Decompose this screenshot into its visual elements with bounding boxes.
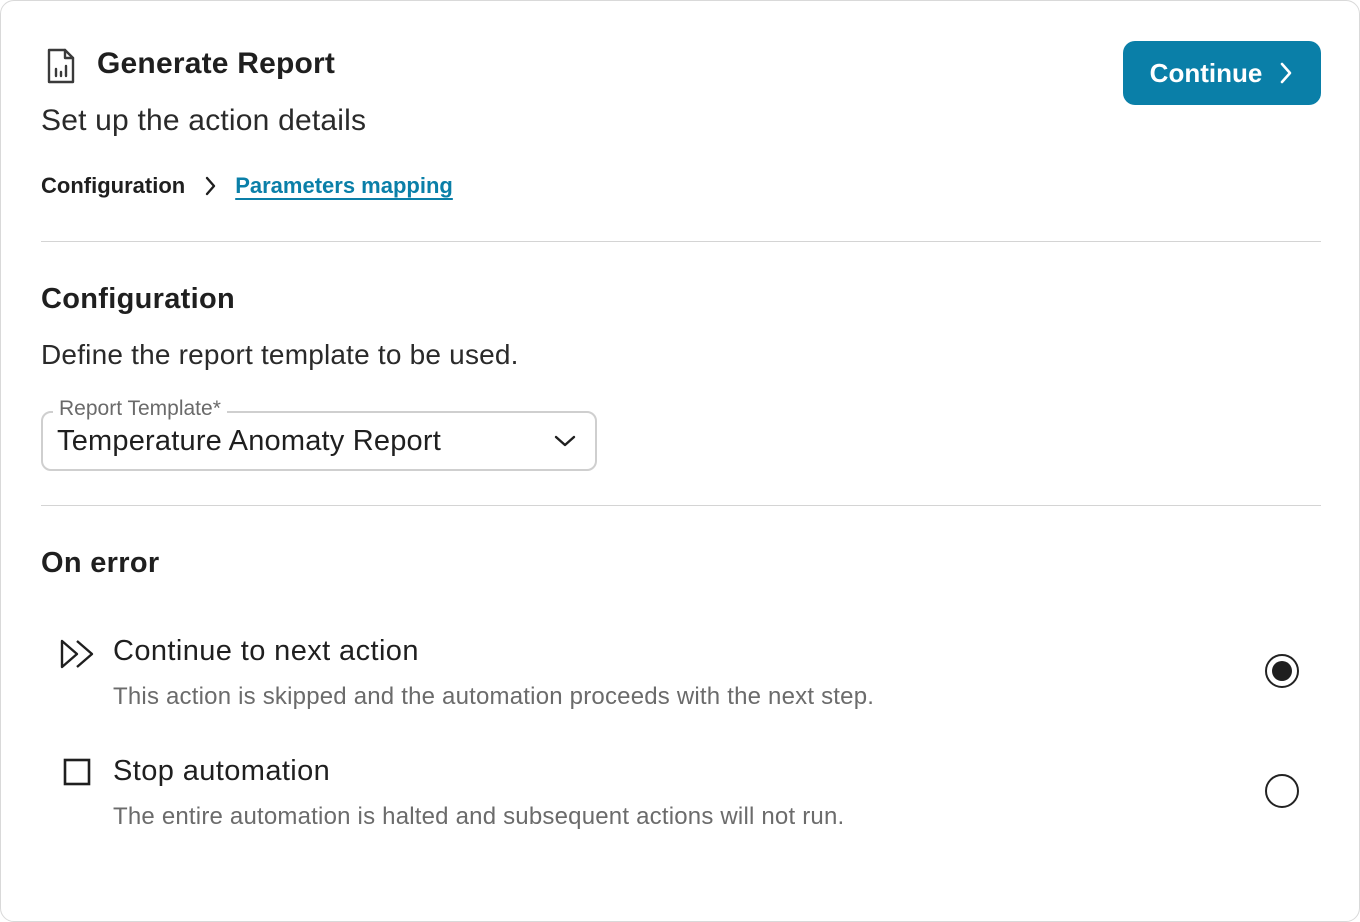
on-error-section-title: On error xyxy=(41,547,160,579)
breadcrumb: Configuration Parameters mapping xyxy=(41,169,453,203)
report-template-select[interactable]: Report Template* Temperature Anomaty Rep… xyxy=(41,397,597,471)
report-chart-icon xyxy=(45,47,77,85)
continue-button-label: Continue xyxy=(1149,57,1263,88)
configuration-section-title: Configuration xyxy=(41,283,235,315)
report-template-value: Temperature Anomaty Report xyxy=(57,425,441,457)
stop-square-icon xyxy=(59,755,95,791)
option-title: Continue to next action xyxy=(113,635,419,667)
radio-stop-unselected[interactable] xyxy=(1265,774,1299,808)
chevron-down-icon xyxy=(554,435,576,447)
chevron-right-icon xyxy=(1281,62,1292,84)
option-description: This action is skipped and the automatio… xyxy=(113,683,875,710)
on-error-option-continue[interactable]: Continue to next action This action is s… xyxy=(59,633,1321,723)
chevron-right-icon xyxy=(206,176,216,196)
divider xyxy=(41,241,1321,242)
continue-button[interactable]: Continue xyxy=(1123,41,1321,105)
page-subtitle: Set up the action details xyxy=(41,104,367,137)
generate-report-card: Generate Report Set up the action detail… xyxy=(0,0,1360,922)
fast-forward-icon xyxy=(59,636,95,672)
breadcrumb-configuration: Configuration xyxy=(41,173,186,198)
configuration-description: Define the report template to be used. xyxy=(41,339,519,370)
option-description: The entire automation is halted and subs… xyxy=(113,803,845,830)
page-title: Generate Report xyxy=(97,47,336,80)
report-template-label: Report Template* xyxy=(53,397,227,421)
breadcrumb-parameters-mapping-link[interactable]: Parameters mapping xyxy=(235,173,453,199)
option-title: Stop automation xyxy=(113,755,331,787)
radio-continue-selected[interactable] xyxy=(1265,654,1299,688)
on-error-option-stop[interactable]: Stop automation The entire automation is… xyxy=(59,753,1321,843)
divider xyxy=(41,505,1321,506)
